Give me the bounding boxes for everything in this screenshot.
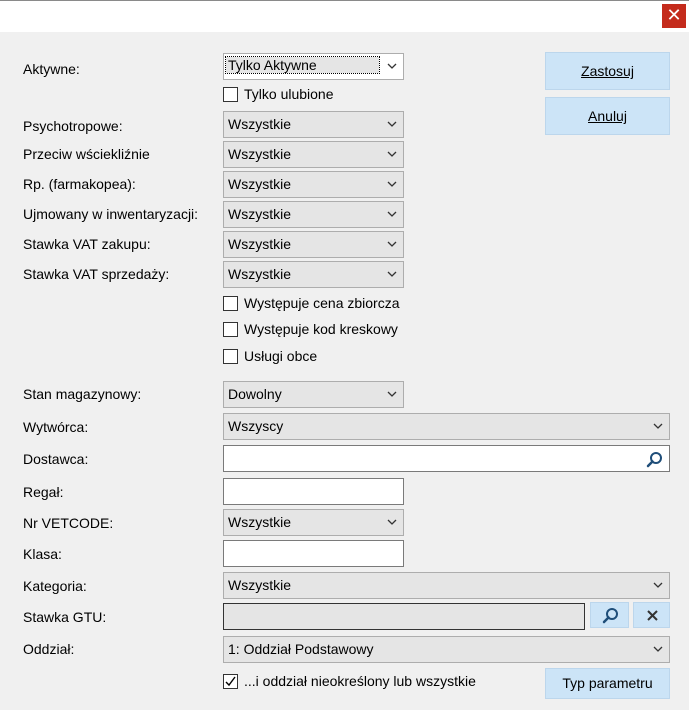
stawka-gtu-field[interactable] xyxy=(223,603,585,630)
checkbox-box[interactable] xyxy=(223,349,238,364)
stawka-gtu-input[interactable] xyxy=(224,604,584,629)
checkbox-box[interactable] xyxy=(223,322,238,337)
label-inwentaryzacja: Ujmowany w inwentaryzacji: xyxy=(23,206,199,222)
vat-sprzedazy-select[interactable]: Wszystkie xyxy=(223,261,404,288)
label-klasa: Klasa: xyxy=(23,546,62,562)
nr-vetcode-value: Wszystkie xyxy=(228,514,291,530)
oddzial-nieokreslony-checkbox[interactable]: ...i oddział nieokreślony lub wszystkie xyxy=(223,672,523,692)
dostawca-input[interactable] xyxy=(224,446,669,471)
label-regal: Regał: xyxy=(23,484,64,500)
tylko-ulubione-label: Tylko ulubione xyxy=(244,86,334,102)
zastosuj-label: Zastosuj xyxy=(581,63,634,79)
label-wytworca: Wytwórca: xyxy=(23,419,89,435)
typ-parametru-button[interactable]: Typ parametru xyxy=(545,668,670,699)
inwentaryzacja-value: Wszystkie xyxy=(228,206,291,222)
label-stan-magazynowy: Stan magazynowy: xyxy=(23,386,142,402)
cena-zbiorcza-label: Występuje cena zbiorcza xyxy=(244,295,400,311)
rp-farmakopea-select[interactable]: Wszystkie xyxy=(223,171,404,198)
label-nr-vetcode: Nr VETCODE: xyxy=(23,515,114,531)
psychotropowe-select[interactable]: Wszystkie xyxy=(223,111,404,138)
stan-magazynowy-value: Dowolny xyxy=(228,386,282,402)
magnifier-icon[interactable] xyxy=(646,451,663,468)
regal-input[interactable] xyxy=(224,479,403,504)
cena-zbiorcza-checkbox[interactable]: Występuje cena zbiorcza xyxy=(223,294,423,314)
gtu-search-button[interactable] xyxy=(590,602,629,628)
klasa-input[interactable] xyxy=(224,541,403,566)
chevron-down-icon xyxy=(387,151,397,157)
kod-kreskowy-label: Występuje kod kreskowy xyxy=(244,321,398,337)
aktywne-select[interactable]: Tylko Aktywne xyxy=(223,53,404,80)
label-przeciw-wscieklizn: Przeciw wściekliźnie xyxy=(23,146,150,162)
wytworca-value: Wszyscy xyxy=(228,418,284,434)
label-psychotropowe: Psychotropowe: xyxy=(23,118,123,134)
x-icon xyxy=(647,610,658,621)
chevron-down-icon xyxy=(387,241,397,247)
checkbox-box[interactable] xyxy=(223,87,238,102)
oddzial-select[interactable]: 1: Oddział Podstawowy xyxy=(223,636,670,663)
label-aktywne: Aktywne: xyxy=(23,61,80,77)
checkbox-box[interactable] xyxy=(223,674,238,689)
psychotropowe-value: Wszystkie xyxy=(228,116,291,132)
regal-field[interactable] xyxy=(223,478,404,505)
chevron-down-icon xyxy=(653,423,663,429)
dostawca-field[interactable] xyxy=(223,445,670,472)
vat-zakupu-select[interactable]: Wszystkie xyxy=(223,231,404,258)
chevron-down-icon xyxy=(387,63,397,69)
chevron-down-icon xyxy=(387,519,397,525)
inwentaryzacja-select[interactable]: Wszystkie xyxy=(223,201,404,228)
label-vat-zakupu: Stawka VAT zakupu: xyxy=(23,236,151,252)
checkmark-icon xyxy=(225,676,236,687)
chevron-down-icon xyxy=(387,391,397,397)
kategoria-select[interactable]: Wszystkie xyxy=(223,572,670,599)
zastosuj-button[interactable]: Zastosuj xyxy=(545,52,670,90)
title-bar: ✕ xyxy=(0,0,689,32)
gtu-clear-button[interactable] xyxy=(633,602,670,628)
stan-magazynowy-select[interactable]: Dowolny xyxy=(223,381,404,408)
kategoria-value: Wszystkie xyxy=(228,577,291,593)
przeciw-wscieklizn-select[interactable]: Wszystkie xyxy=(223,141,404,168)
magnifier-icon xyxy=(602,608,618,624)
przeciw-wscieklizn-value: Wszystkie xyxy=(228,146,291,162)
chevron-down-icon xyxy=(387,211,397,217)
label-oddzial: Oddział: xyxy=(23,641,75,657)
vat-zakupu-value: Wszystkie xyxy=(228,236,291,252)
label-rp-farmakopea: Rp. (farmakopea): xyxy=(23,176,136,192)
anuluj-button[interactable]: Anuluj xyxy=(545,97,670,135)
tylko-ulubione-checkbox[interactable]: Tylko ulubione xyxy=(223,85,423,105)
label-stawka-gtu: Stawka GTU: xyxy=(23,609,107,625)
aktywne-value: Tylko Aktywne xyxy=(225,56,380,74)
chevron-down-icon xyxy=(653,582,663,588)
wytworca-select[interactable]: Wszyscy xyxy=(223,413,670,440)
checkbox-box[interactable] xyxy=(223,296,238,311)
chevron-down-icon xyxy=(387,181,397,187)
kod-kreskowy-checkbox[interactable]: Występuje kod kreskowy xyxy=(223,320,423,340)
close-button[interactable]: ✕ xyxy=(662,4,686,28)
chevron-down-icon xyxy=(387,121,397,127)
vat-sprzedazy-value: Wszystkie xyxy=(228,266,291,282)
anuluj-label: Anuluj xyxy=(588,108,627,124)
chevron-down-icon xyxy=(653,646,663,652)
label-kategoria: Kategoria: xyxy=(23,578,87,594)
uslugi-obce-checkbox[interactable]: Usługi obce xyxy=(223,347,423,367)
uslugi-obce-label: Usługi obce xyxy=(244,348,318,364)
nr-vetcode-select[interactable]: Wszystkie xyxy=(223,509,404,536)
chevron-down-icon xyxy=(387,271,397,277)
oddzial-value: 1: Oddział Podstawowy xyxy=(228,641,374,657)
label-dostawca: Dostawca: xyxy=(23,451,89,467)
oddzial-nieokreslony-label: ...i oddział nieokreślony lub wszystkie xyxy=(244,673,476,689)
typ-parametru-label: Typ parametru xyxy=(562,675,653,691)
klasa-field[interactable] xyxy=(223,540,404,567)
rp-farmakopea-value: Wszystkie xyxy=(228,176,291,192)
label-vat-sprzedazy: Stawka VAT sprzedaży: xyxy=(23,266,170,282)
